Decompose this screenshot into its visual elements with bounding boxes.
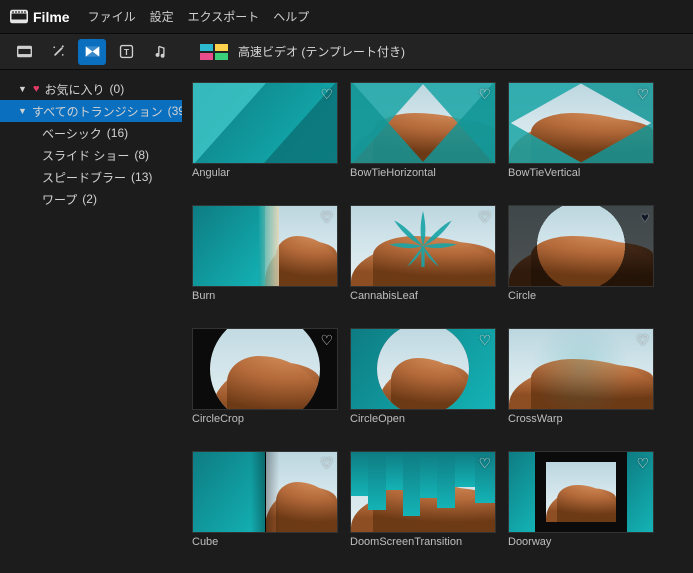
- express-video-label: 高速ビデオ (テンプレート付き): [238, 43, 405, 60]
- transition-label: CircleCrop: [192, 413, 338, 443]
- transition-label: BowTieVertical: [508, 167, 654, 197]
- transition-thumbnail[interactable]: ♡: [350, 205, 496, 287]
- transition-label: CannabisLeaf: [350, 290, 496, 320]
- favorite-icon[interactable]: ♡: [320, 455, 333, 472]
- transition-thumbnail[interactable]: ♡: [350, 451, 496, 533]
- transition-label: Burn: [192, 290, 338, 320]
- sidebar-item-label: スピードブラー: [42, 169, 126, 186]
- favorite-icon[interactable]: ♥: [641, 209, 649, 225]
- text-icon[interactable]: T: [112, 39, 140, 65]
- favorite-icon[interactable]: ♡: [478, 332, 491, 349]
- sidebar-item-count: (8): [134, 148, 149, 162]
- transition-thumbnail[interactable]: ♡: [192, 205, 338, 287]
- app-name: Filme: [33, 9, 70, 25]
- favorite-icon[interactable]: ♡: [636, 332, 649, 349]
- sidebar-all-transitions[interactable]: ▼ すべてのトランジション (39): [0, 100, 182, 122]
- sidebar-item-label: スライド ショー: [42, 147, 129, 164]
- effects-icon[interactable]: [44, 39, 72, 65]
- titlebar: Filme ファイル 設定 エクスポート ヘルプ: [0, 0, 693, 34]
- transition-label: Circle: [508, 290, 654, 320]
- menu-bar: ファイル 設定 エクスポート ヘルプ: [88, 8, 310, 25]
- transition-label: DoomScreenTransition: [350, 536, 496, 566]
- express-video-button[interactable]: 高速ビデオ (テンプレート付き): [200, 43, 405, 60]
- sidebar-favorites[interactable]: ▼ ♥ お気に入り (0): [0, 78, 182, 100]
- transition-thumbnail[interactable]: ♡: [508, 82, 654, 164]
- sidebar-item-label: ワープ: [42, 191, 77, 208]
- transition-label: CrossWarp: [508, 413, 654, 443]
- transition-thumbnail[interactable]: ♡: [192, 82, 338, 164]
- transition-thumbnail[interactable]: ♡: [508, 451, 654, 533]
- sidebar-item-basic[interactable]: ベーシック (16): [0, 122, 182, 144]
- transition-item[interactable]: ♡ Doorway: [508, 451, 654, 566]
- transition-label: Doorway: [508, 536, 654, 566]
- favorite-icon[interactable]: ♡: [478, 455, 491, 472]
- favorite-icon[interactable]: ♡: [478, 209, 491, 226]
- audio-icon[interactable]: [146, 39, 174, 65]
- transition-item[interactable]: ♡ BowTieHorizontal: [350, 82, 496, 197]
- transition-label: Angular: [192, 167, 338, 197]
- media-icon[interactable]: [10, 39, 38, 65]
- transition-thumbnail[interactable]: ♡: [508, 328, 654, 410]
- chevron-down-icon: ▼: [18, 84, 28, 94]
- sidebar-favorites-label: お気に入り: [45, 81, 105, 98]
- sidebar-item-count: (2): [82, 192, 97, 206]
- transition-item[interactable]: ♡ CrossWarp: [508, 328, 654, 443]
- transition-item[interactable]: ♡ Angular: [192, 82, 338, 197]
- transition-label: CircleOpen: [350, 413, 496, 443]
- transitions-icon[interactable]: [78, 39, 106, 65]
- favorite-icon[interactable]: ♡: [320, 332, 333, 349]
- app-logo: Filme: [10, 9, 70, 25]
- sidebar-item-count: (13): [131, 170, 152, 184]
- transition-thumbnail[interactable]: ♡: [350, 82, 496, 164]
- logo-icon: [10, 9, 28, 25]
- leaf-icon: [383, 205, 463, 287]
- transition-label: BowTieHorizontal: [350, 167, 496, 197]
- favorite-icon[interactable]: ♡: [320, 86, 333, 103]
- sidebar-item-slideshow[interactable]: スライド ショー (8): [0, 144, 182, 166]
- heart-icon: ♥: [33, 83, 40, 95]
- sidebar: ▼ ♥ お気に入り (0) ▼ すべてのトランジション (39) ベーシック (…: [0, 70, 182, 573]
- transition-grid: ♡ Angular ♡ BowTieHorizontal: [192, 82, 683, 573]
- menu-file[interactable]: ファイル: [88, 8, 136, 25]
- transition-label: Cube: [192, 536, 338, 566]
- transition-item[interactable]: ♡ Burn: [192, 205, 338, 320]
- sidebar-all-count: (39): [168, 104, 182, 118]
- transition-thumbnail[interactable]: ♥: [508, 205, 654, 287]
- svg-text:T: T: [123, 47, 129, 57]
- transition-item[interactable]: ♡ CannabisLeaf: [350, 205, 496, 320]
- express-video-icon: [200, 44, 230, 60]
- favorite-icon[interactable]: ♡: [478, 86, 491, 103]
- transition-thumbnail[interactable]: ♡: [192, 328, 338, 410]
- transition-thumbnail[interactable]: ♡: [350, 328, 496, 410]
- transition-thumbnail[interactable]: ♡: [192, 451, 338, 533]
- chevron-down-icon: ▼: [18, 106, 27, 116]
- favorite-icon[interactable]: ♡: [320, 209, 333, 226]
- transition-item[interactable]: ♡ BowTieVertical: [508, 82, 654, 197]
- transition-gallery[interactable]: ♡ Angular ♡ BowTieHorizontal: [182, 70, 693, 573]
- menu-export[interactable]: エクスポート: [188, 8, 260, 25]
- menu-settings[interactable]: 設定: [150, 8, 174, 25]
- main-area: ▼ ♥ お気に入り (0) ▼ すべてのトランジション (39) ベーシック (…: [0, 70, 693, 573]
- transition-item[interactable]: ♥ Circle: [508, 205, 654, 320]
- sidebar-item-label: ベーシック: [42, 125, 102, 142]
- toolbar: T 高速ビデオ (テンプレート付き): [0, 34, 693, 70]
- favorite-icon[interactable]: ♡: [636, 455, 649, 472]
- sidebar-item-speedblur[interactable]: スピードブラー (13): [0, 166, 182, 188]
- sidebar-item-count: (16): [107, 126, 128, 140]
- favorite-icon[interactable]: ♡: [636, 86, 649, 103]
- sidebar-favorites-count: (0): [110, 82, 125, 96]
- sidebar-item-warp[interactable]: ワープ (2): [0, 188, 182, 210]
- transition-item[interactable]: ♡ Cube: [192, 451, 338, 566]
- sidebar-all-label: すべてのトランジション: [32, 103, 163, 120]
- transition-item[interactable]: ♡ DoomScreenTransition: [350, 451, 496, 566]
- transition-item[interactable]: ♡ CircleOpen: [350, 328, 496, 443]
- transition-item[interactable]: ♡ CircleCrop: [192, 328, 338, 443]
- menu-help[interactable]: ヘルプ: [273, 8, 309, 25]
